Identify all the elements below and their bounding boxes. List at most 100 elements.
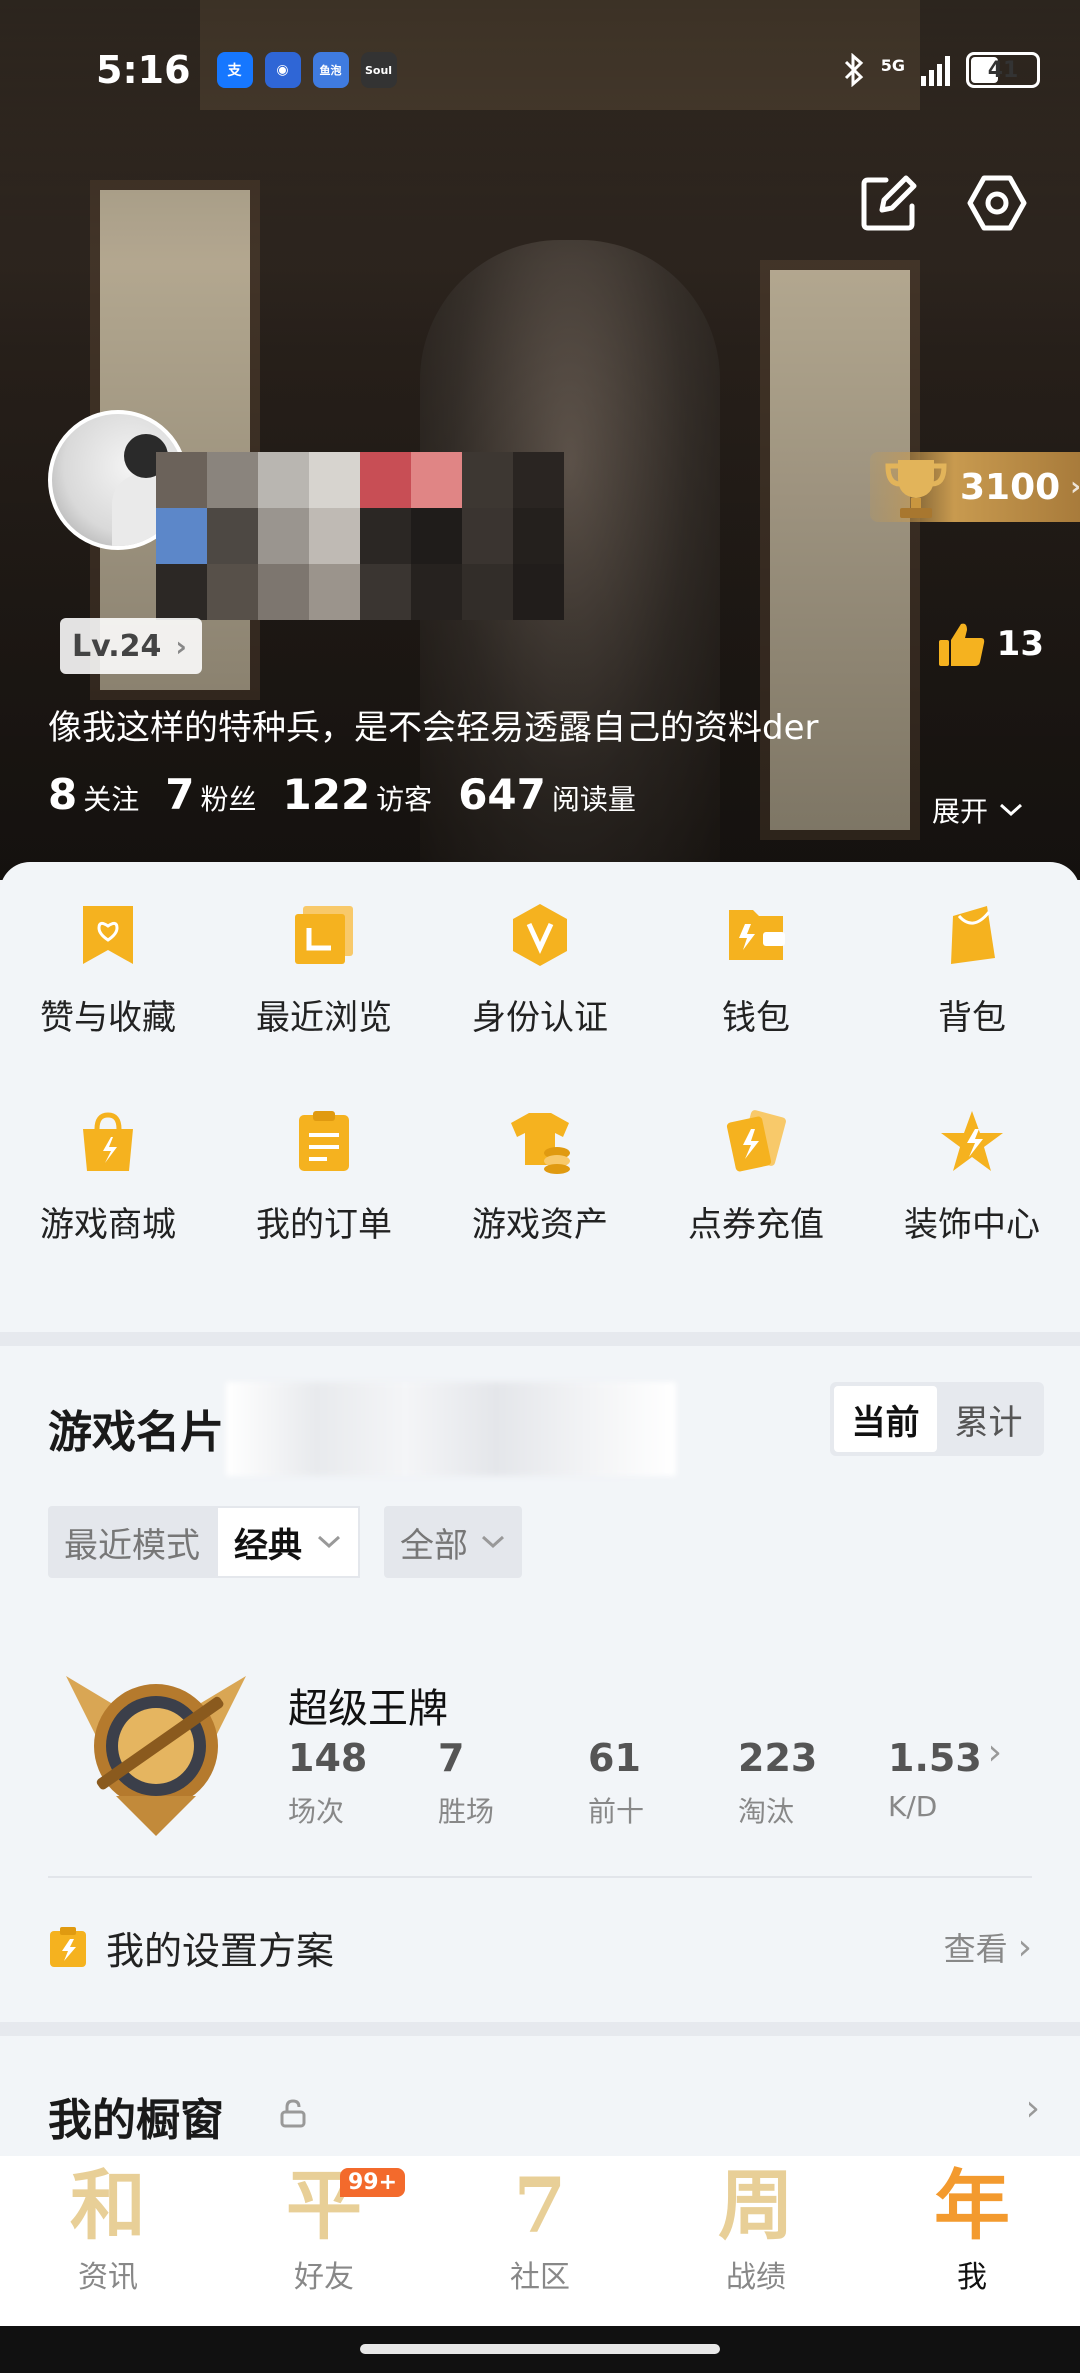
chevron-right-icon: ›: [1025, 2088, 1040, 2129]
following-label[interactable]: 关注: [83, 778, 139, 818]
bottom-tab-bar: 和 资讯 平 99+ 好友 7 社区 周 战绩 年 我: [0, 2156, 1080, 2326]
settings-plan-row[interactable]: 我的设置方案 查看 ›: [48, 1912, 1032, 1982]
chevron-right-icon: ›: [1070, 472, 1080, 502]
profile-stats: 8 关注 7 粉丝 122 访客 647 阅读量: [48, 770, 662, 819]
tab-friends[interactable]: 平 99+ 好友: [216, 2156, 432, 2326]
chevron-down-icon: [999, 803, 1023, 817]
clipboard-icon: [50, 1927, 86, 1967]
chevron-down-icon: [481, 1535, 505, 1549]
expand-label: 展开: [931, 795, 988, 828]
toggle-current[interactable]: 当前: [834, 1386, 937, 1452]
shortcut-label: 我的订单: [256, 1205, 392, 1245]
status-time: 5:16: [96, 48, 191, 92]
shortcut-verify[interactable]: 身份认证: [432, 902, 648, 1039]
chevron-right-icon: ›: [1017, 1926, 1032, 1968]
shortcut-game-store[interactable]: 游戏商城: [0, 1109, 216, 1246]
tab-news-icon: 和: [70, 2161, 146, 2250]
scope-select-value: 全部: [384, 1506, 522, 1578]
shortcut-label: 赞与收藏: [40, 998, 176, 1038]
view-label: 查看: [943, 1930, 1008, 1968]
game-card: 游戏名片 当前 累计 最近模式 经典 全部 超级王牌 148 场次 7 胜场 6…: [0, 1346, 1080, 2026]
shortcut-label: 背包: [938, 998, 1006, 1038]
alipay-icon: 支: [216, 52, 253, 88]
view-link[interactable]: 查看 ›: [944, 1924, 1032, 1970]
tab-me-icon: 年: [934, 2161, 1010, 2250]
visitors-label[interactable]: 访客: [376, 778, 432, 818]
showcase-row[interactable]: 我的橱窗 ›: [0, 2036, 1080, 2156]
shortcut-game-assets[interactable]: 游戏资产: [432, 1109, 648, 1246]
home-indicator: [0, 2326, 1080, 2373]
battery-icon: 41: [966, 52, 1040, 88]
rank-row[interactable]: 超级王牌 148 场次 7 胜场 61 前十 223 淘汰 1.53 K/D ›: [48, 1646, 1032, 1876]
following-count[interactable]: 8: [48, 770, 77, 819]
profile-bio: 像我这样的特种兵，是不会轻易透露自己的资料der: [48, 708, 819, 748]
mode-filter-label: 最近模式: [64, 1525, 200, 1566]
toggle-cumulative[interactable]: 累计: [937, 1386, 1040, 1452]
shortcut-orders[interactable]: 我的订单: [216, 1109, 432, 1246]
followers-label[interactable]: 粉丝: [200, 778, 256, 818]
stat-kills: 223 淘汰: [738, 1736, 888, 1830]
tab-label: 资讯: [78, 2260, 138, 2295]
stats-range-toggle: 当前 累计: [830, 1382, 1044, 1456]
likes-count: 13: [996, 624, 1044, 664]
divider: [0, 2022, 1080, 2036]
stat-kd: 1.53 K/D: [888, 1736, 1038, 1830]
followers-count[interactable]: 7: [165, 770, 194, 819]
verify-identity-icon: [513, 904, 567, 966]
battery-level: 41: [987, 57, 1019, 83]
tab-community[interactable]: 7 社区: [432, 2156, 648, 2326]
showcase-title: 我的橱窗: [48, 2095, 224, 2146]
chevron-right-icon: ›: [175, 629, 187, 663]
stat-label: 场次: [288, 1795, 345, 1828]
soul-icon: Soul: [360, 52, 397, 88]
network-label: 5G: [880, 56, 905, 75]
shortcut-recent[interactable]: 最近浏览: [216, 902, 432, 1039]
stat-value: 61: [588, 1736, 641, 1780]
shortcut-wallet[interactable]: 钱包: [648, 902, 864, 1039]
shortcut-label: 装饰中心: [904, 1205, 1040, 1245]
scope-select[interactable]: 全部: [384, 1506, 522, 1578]
trophy-score-value: 3100: [960, 466, 1061, 508]
scope-value: 全部: [400, 1525, 468, 1566]
shortcut-favorites[interactable]: 赞与收藏: [0, 902, 216, 1039]
game-card-title: 游戏名片: [48, 1407, 224, 1458]
game-store-icon: [83, 1112, 133, 1171]
settings-icon[interactable]: [964, 170, 1030, 236]
divider: [48, 1876, 1032, 1878]
coupon-recharge-icon: [726, 1110, 786, 1172]
expand-button[interactable]: 展开: [932, 790, 1024, 830]
mode-select[interactable]: 经典: [216, 1506, 360, 1578]
stat-label: 前十: [588, 1795, 645, 1828]
decoration-center-icon: [941, 1111, 1003, 1171]
tab-me[interactable]: 年 我: [864, 2156, 1080, 2326]
shortcut-recharge[interactable]: 点券充值: [648, 1109, 864, 1246]
tab-news[interactable]: 和 资讯: [0, 2156, 216, 2326]
thumbs-up-icon: [938, 623, 984, 666]
reads-count: 647: [458, 770, 546, 819]
trophy-score[interactable]: 3100 ›: [870, 452, 1080, 522]
rank-badge-icon: [66, 1676, 246, 1836]
status-bar: 5:16 支 ◉ 鱼泡 Soul 5G 41: [96, 40, 1040, 100]
shortcut-backpack[interactable]: 背包: [864, 902, 1080, 1039]
notification-badge: 99+: [340, 2168, 406, 2197]
level-badge[interactable]: Lv.24 ›: [60, 618, 202, 674]
shortcut-decoration[interactable]: 装饰中心: [864, 1109, 1080, 1246]
stat-label: 淘汰: [738, 1795, 795, 1828]
shortcut-label: 游戏资产: [472, 1205, 608, 1245]
backpack-icon: [951, 906, 995, 964]
divider: [0, 1332, 1080, 1346]
visitors-count[interactable]: 122: [283, 770, 371, 819]
stat-matches: 148 场次: [288, 1736, 438, 1830]
tab-records[interactable]: 周 战绩: [648, 2156, 864, 2326]
edit-icon[interactable]: [856, 170, 922, 236]
likes-counter[interactable]: 13: [937, 620, 1044, 668]
tab-label: 我: [957, 2260, 987, 2295]
mode-select-value: 经典: [234, 1525, 302, 1566]
settings-plan-label: 我的设置方案: [106, 1928, 335, 1973]
orders-icon: [299, 1111, 349, 1171]
stat-label: K/D: [888, 1790, 938, 1823]
trophy-icon: [885, 460, 947, 518]
shortcut-label: 最近浏览: [256, 998, 392, 1038]
rank-stats: 148 场次 7 胜场 61 前十 223 淘汰 1.53 K/D: [288, 1736, 1038, 1830]
stat-wins: 7 胜场: [438, 1736, 588, 1830]
